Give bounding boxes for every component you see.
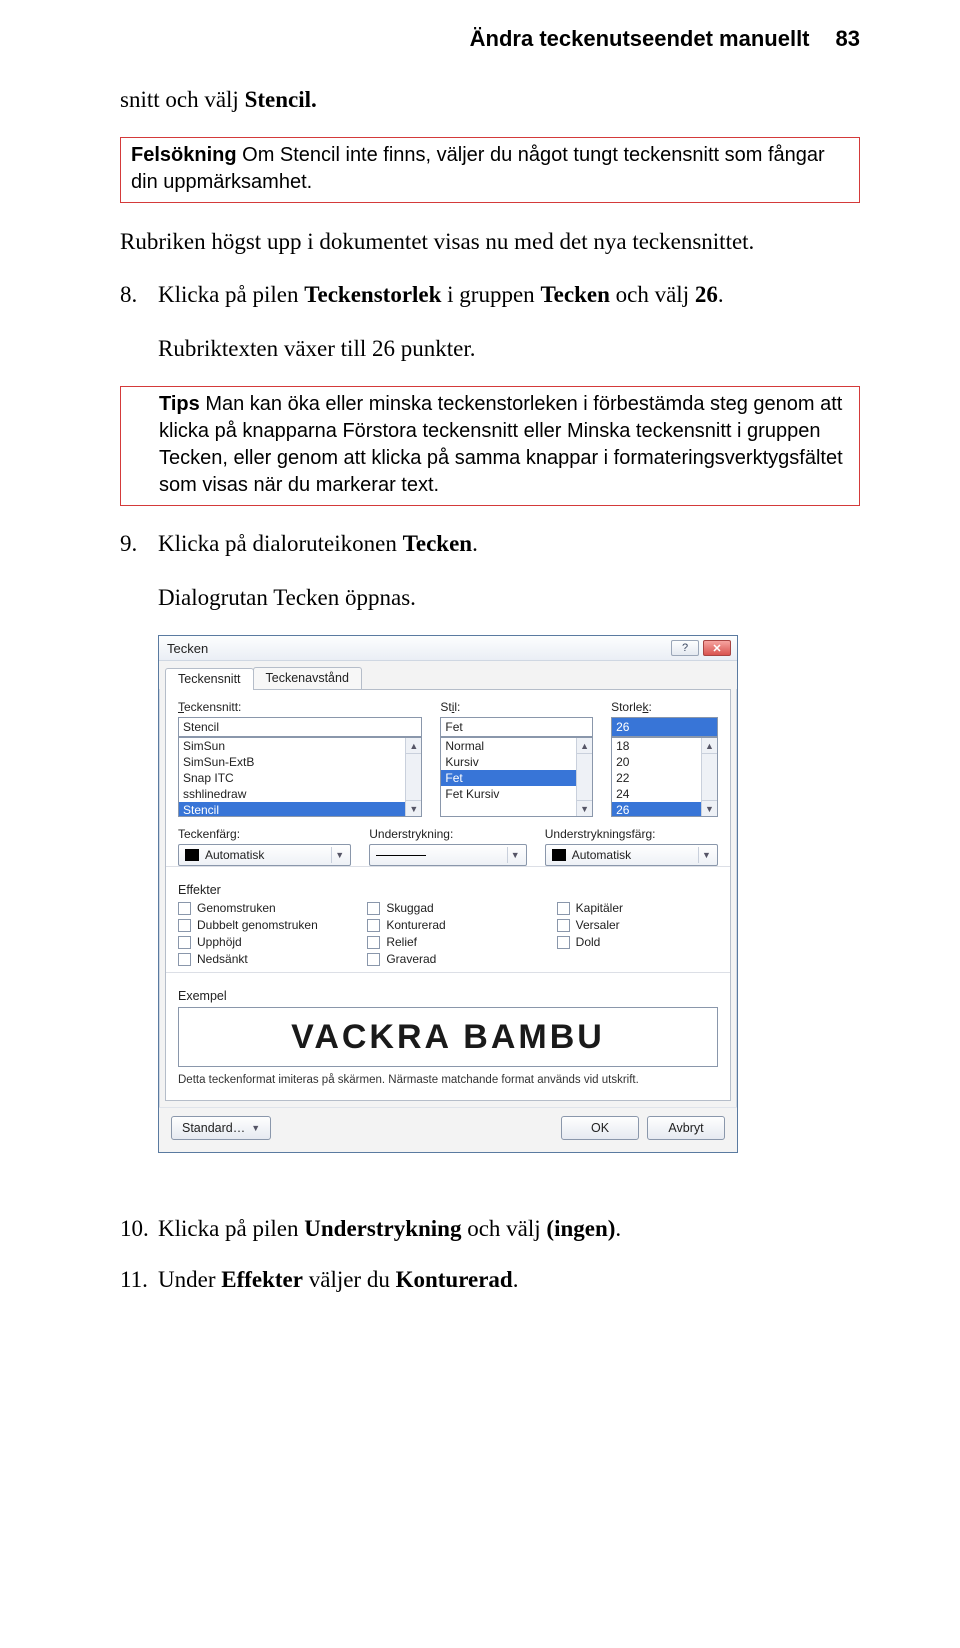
- label-underlinecolor: Understrykningsfärg:: [545, 827, 718, 841]
- tab-teckenavstand[interactable]: Teckenavstånd: [253, 667, 362, 689]
- chk-graverad[interactable]: Graverad: [367, 952, 528, 966]
- scrollbar[interactable]: ▲▼: [701, 738, 717, 816]
- para-after-box1: Rubriken högst upp i dokumentet visas nu…: [120, 226, 860, 257]
- effects-grid: Genomstruken Skuggad Kapitäler Dubbelt g…: [178, 901, 718, 966]
- step-11: 11. Under Effekter väljer du Konturerad.: [120, 1264, 860, 1295]
- chevron-down-icon: ▼: [331, 847, 347, 863]
- chevron-down-icon: ▼: [251, 1123, 260, 1133]
- header-title: Ändra teckenutseendet manuellt: [470, 26, 810, 51]
- chk-dold[interactable]: Dold: [557, 935, 718, 949]
- size-input[interactable]: 26: [611, 717, 718, 737]
- list-item[interactable]: SimSun: [179, 738, 421, 754]
- underline-sample: [376, 855, 426, 856]
- standard-button[interactable]: Standard…▼: [171, 1116, 271, 1140]
- para-after-step8: Rubriktexten växer till 26 punkter.: [120, 333, 860, 364]
- page-number: 83: [836, 26, 860, 51]
- page-header: Ändra teckenutseendet manuellt 83: [120, 26, 860, 52]
- chevron-down-icon: ▼: [507, 847, 523, 863]
- size-listbox[interactable]: 18 20 22 24 26 ▲▼: [611, 737, 718, 817]
- list-item[interactable]: Normal: [441, 738, 592, 754]
- scrollbar[interactable]: ▲▼: [576, 738, 592, 816]
- scrollbar[interactable]: ▲▼: [405, 738, 421, 816]
- tips-box: Tips Man kan öka eller minska teckenstor…: [120, 386, 860, 506]
- font-input[interactable]: Stencil: [178, 717, 422, 737]
- font-dialog: Tecken ? ✕ Teckensnitt Teckenavstånd Tec…: [158, 635, 738, 1153]
- chk-skuggad[interactable]: Skuggad: [367, 901, 528, 915]
- label-size: Storlek:: [611, 700, 718, 714]
- dialog-titlebar: Tecken ? ✕: [159, 636, 737, 661]
- list-item[interactable]: Stencil: [179, 802, 421, 817]
- preview-note: Detta teckenformat imiteras på skärmen. …: [178, 1073, 718, 1088]
- window-buttons: ? ✕: [671, 640, 731, 656]
- label-style: Stil:: [440, 700, 593, 714]
- chk-upphojd[interactable]: Upphöjd: [178, 935, 339, 949]
- list-item[interactable]: Snap ITC: [179, 770, 421, 786]
- cancel-button[interactable]: Avbryt: [647, 1116, 725, 1140]
- troubleshooting-box: Felsökning Om Stencil inte finns, väljer…: [120, 137, 860, 203]
- box2-lead: Tips: [159, 393, 200, 415]
- chk-versaler[interactable]: Versaler: [557, 918, 718, 932]
- label-fontcolor: Teckenfärg:: [178, 827, 351, 841]
- style-listbox[interactable]: Normal Kursiv Fet Fet Kursiv ▲▼: [440, 737, 593, 817]
- preview-box: VACKRA BAMBU: [178, 1007, 718, 1067]
- dialog-footer: Standard…▼ OK Avbryt: [159, 1107, 737, 1152]
- chk-nedsankt[interactable]: Nedsänkt: [178, 952, 339, 966]
- step-10: 10. Klicka på pilen Understrykning och v…: [120, 1213, 860, 1244]
- dialog-title: Tecken: [167, 641, 208, 656]
- para-after-step9: Dialogrutan Tecken öppnas.: [120, 582, 860, 613]
- box2-text: Man kan öka eller minska teckenstorleken…: [159, 393, 843, 496]
- list-item[interactable]: Fet: [441, 770, 592, 786]
- tab-teckensnitt[interactable]: Teckensnitt: [165, 668, 254, 690]
- style-input[interactable]: Fet: [440, 717, 593, 737]
- underline-combo[interactable]: ▼: [369, 844, 527, 866]
- preview-text: VACKRA BAMBU: [291, 1018, 605, 1057]
- intro-paragraph: snitt och välj Stencil.: [120, 84, 860, 115]
- list-item[interactable]: SimSun-ExtB: [179, 754, 421, 770]
- example-label: Exempel: [178, 989, 718, 1003]
- chk-genomstruken[interactable]: Genomstruken: [178, 901, 339, 915]
- label-underline: Understrykning:: [369, 827, 527, 841]
- ok-button[interactable]: OK: [561, 1116, 639, 1140]
- list-item[interactable]: sshlinedraw: [179, 786, 421, 802]
- list-item[interactable]: Fet Kursiv: [441, 786, 592, 802]
- box1-lead: Felsökning: [131, 144, 237, 166]
- dialog-pane: Teckensnitt: Stencil SimSun SimSun-ExtB …: [165, 689, 731, 1101]
- help-button[interactable]: ?: [671, 640, 699, 656]
- chk-konturerad[interactable]: Konturerad: [367, 918, 528, 932]
- step-9: 9. Klicka på dialoruteikonen Tecken.: [120, 528, 860, 559]
- dialog-tabs: Teckensnitt Teckenavstånd: [159, 661, 737, 689]
- effects-label: Effekter: [178, 883, 718, 897]
- close-button[interactable]: ✕: [703, 640, 731, 656]
- chk-dubbelt-genomstruken[interactable]: Dubbelt genomstruken: [178, 918, 339, 932]
- page: Ändra teckenutseendet manuellt 83 snitt o…: [0, 0, 960, 1375]
- step-8: 8. Klicka på pilen Teckenstorlek i grupp…: [120, 279, 860, 310]
- underlinecolor-combo[interactable]: Automatisk ▼: [545, 844, 718, 866]
- fontcolor-combo[interactable]: Automatisk ▼: [178, 844, 351, 866]
- font-listbox[interactable]: SimSun SimSun-ExtB Snap ITC sshlinedraw …: [178, 737, 422, 817]
- chk-kapitaler[interactable]: Kapitäler: [557, 901, 718, 915]
- chevron-down-icon: ▼: [698, 847, 714, 863]
- label-font: Teckensnitt:: [178, 700, 422, 714]
- list-item[interactable]: Kursiv: [441, 754, 592, 770]
- chk-relief[interactable]: Relief: [367, 935, 528, 949]
